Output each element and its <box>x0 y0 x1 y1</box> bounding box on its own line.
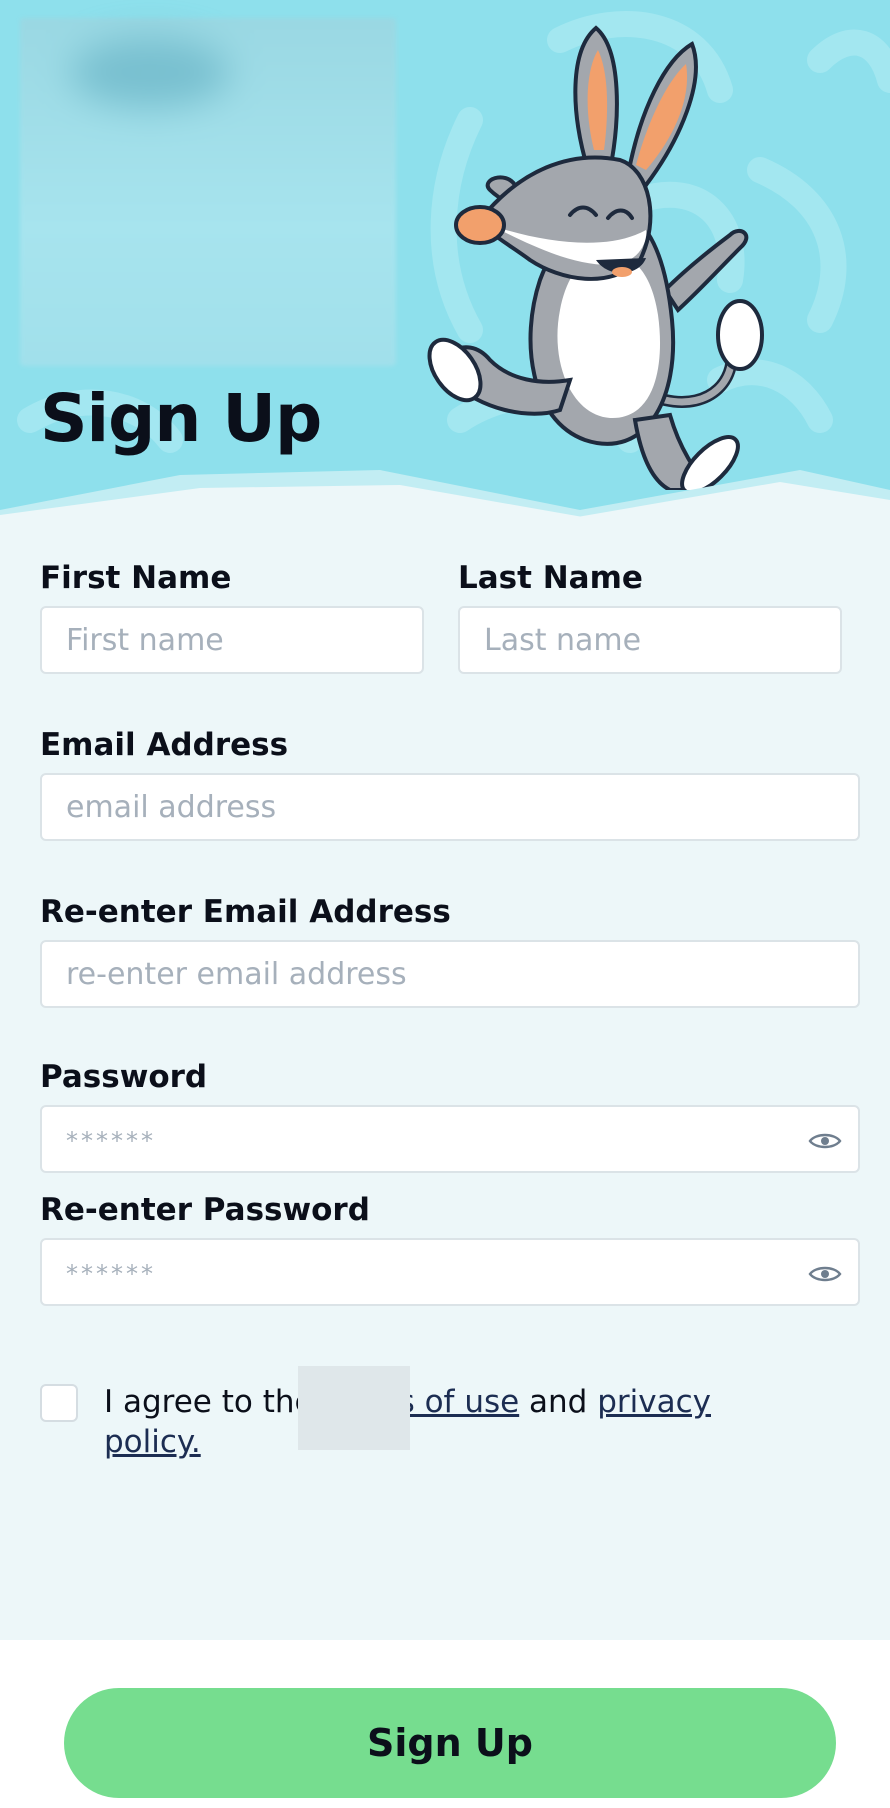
page-title: Sign Up <box>40 380 322 457</box>
password-confirm-input[interactable] <box>40 1238 860 1306</box>
footer-bar: Sign Up <box>0 1640 890 1808</box>
eye-icon[interactable] <box>808 1131 842 1151</box>
password-input[interactable] <box>40 1105 860 1173</box>
password-label: Password <box>40 1059 208 1095</box>
last-name-label: Last Name <box>458 560 643 596</box>
password-confirm-label: Re-enter Password <box>40 1192 370 1228</box>
last-name-input[interactable] <box>458 606 842 674</box>
redacted-area <box>298 1366 410 1450</box>
sign-up-button[interactable]: Sign Up <box>64 1688 836 1798</box>
email-confirm-input[interactable] <box>40 940 860 1008</box>
first-name-input[interactable] <box>40 606 424 674</box>
eye-icon[interactable] <box>808 1264 842 1284</box>
email-confirm-label: Re-enter Email Address <box>40 894 451 930</box>
last-name-field: Last Name <box>458 560 842 680</box>
blurred-image <box>20 18 396 366</box>
agree-checkbox[interactable] <box>40 1384 78 1422</box>
password-field: Password <box>40 1059 860 1179</box>
email-confirm-field: Re-enter Email Address <box>40 894 860 1014</box>
email-field: Email Address <box>40 727 860 847</box>
email-input[interactable] <box>40 773 860 841</box>
mascot-illustration <box>427 25 764 490</box>
agreement-prefix: I agree to the <box>104 1384 324 1420</box>
agreement-text: I agree to the Terms of use and privacy … <box>104 1382 804 1462</box>
password-confirm-field: Re-enter Password <box>40 1192 860 1312</box>
first-name-field: First Name <box>40 560 424 680</box>
first-name-label: First Name <box>40 560 232 596</box>
header-wave <box>0 470 890 520</box>
header-banner: Sign Up <box>0 0 890 520</box>
email-label: Email Address <box>40 727 289 763</box>
agreement-conjunction: and <box>519 1384 598 1420</box>
